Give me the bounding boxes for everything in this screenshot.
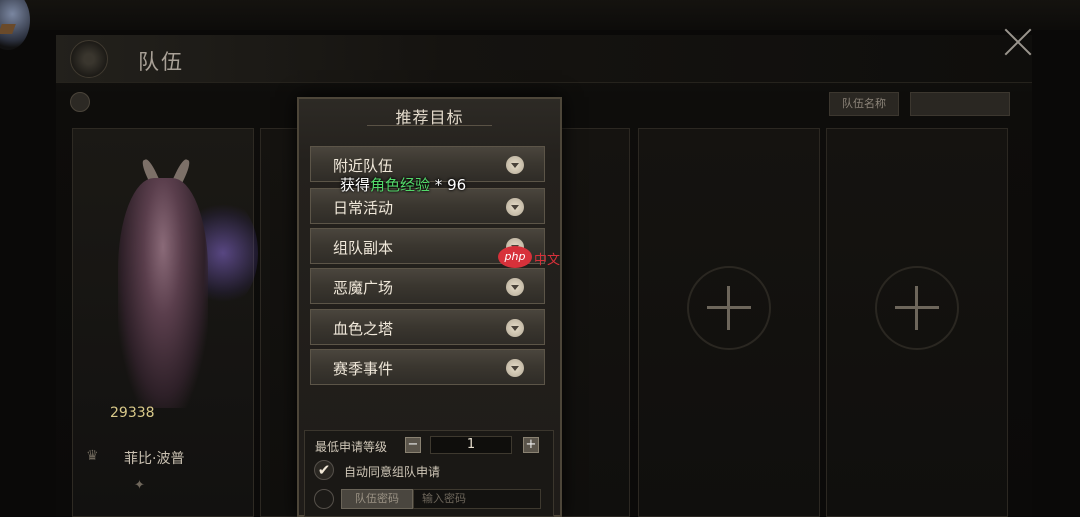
reward-prefix: 获得 xyxy=(340,176,371,194)
level-icon: ✦ xyxy=(134,478,145,493)
min-level-label: 最低申请等级 xyxy=(315,440,388,454)
chevron-down-icon[interactable] xyxy=(506,278,524,296)
player-avatar[interactable] xyxy=(0,0,30,50)
title-divider xyxy=(367,125,492,126)
member-name: 菲比·波普 xyxy=(124,451,185,467)
top-status-bar xyxy=(0,0,1080,30)
auto-accept-label: 自动同意组队申请 xyxy=(344,465,441,479)
chevron-down-icon[interactable] xyxy=(506,198,524,216)
password-input[interactable]: 输入密码 xyxy=(413,489,541,509)
dropdown-label: 恶魔广场 xyxy=(333,279,394,297)
crown-icon: ♛ xyxy=(86,448,99,464)
min-level-input[interactable]: 1 xyxy=(430,436,512,454)
team-emblem-icon xyxy=(70,40,108,78)
password-radio[interactable] xyxy=(314,489,334,509)
reward-highlight: 角色经验 xyxy=(370,176,431,194)
dropdown-label: 日常活动 xyxy=(333,199,394,217)
dropdown-devil-square[interactable]: 恶魔广场 xyxy=(310,268,545,304)
level-decrease-button[interactable]: − xyxy=(405,437,421,453)
watermark-logo: php xyxy=(498,246,532,268)
watermark-text: 中文 xyxy=(534,253,561,268)
add-member-icon[interactable] xyxy=(707,286,751,330)
team-settings-button[interactable] xyxy=(910,92,1010,116)
dropdown-label: 组队副本 xyxy=(333,239,394,257)
dropdown-blood-castle[interactable]: 血色之塔 xyxy=(310,309,545,345)
chevron-down-icon[interactable] xyxy=(506,156,524,174)
team-name-button[interactable]: 队伍名称 xyxy=(829,92,899,116)
team-slot-empty[interactable] xyxy=(638,128,820,517)
reward-suffix: * 96 xyxy=(430,176,467,194)
team-header xyxy=(56,35,1032,83)
chevron-down-icon[interactable] xyxy=(506,359,524,377)
reward-tooltip: 获得角色经验 * 96 xyxy=(340,174,466,195)
dropdown-label: 附近队伍 xyxy=(333,157,394,175)
hero-portrait xyxy=(78,157,258,408)
close-icon[interactable] xyxy=(1002,26,1034,58)
auto-accept-checkbox[interactable]: ✔ xyxy=(314,460,334,480)
dropdown-label: 血色之塔 xyxy=(333,320,394,338)
add-member-icon[interactable] xyxy=(895,286,939,330)
dropdown-season-event[interactable]: 赛季事件 xyxy=(310,349,545,385)
dropdown-label: 赛季事件 xyxy=(333,360,394,378)
chevron-down-icon[interactable] xyxy=(506,319,524,337)
level-increase-button[interactable]: + xyxy=(523,437,539,453)
page-title: 队伍 xyxy=(138,50,184,74)
team-info-icon xyxy=(70,92,90,112)
team-slot-empty[interactable] xyxy=(826,128,1008,517)
combat-power: 29338 xyxy=(110,405,155,421)
team-password-button[interactable]: 队伍密码 xyxy=(341,489,413,509)
